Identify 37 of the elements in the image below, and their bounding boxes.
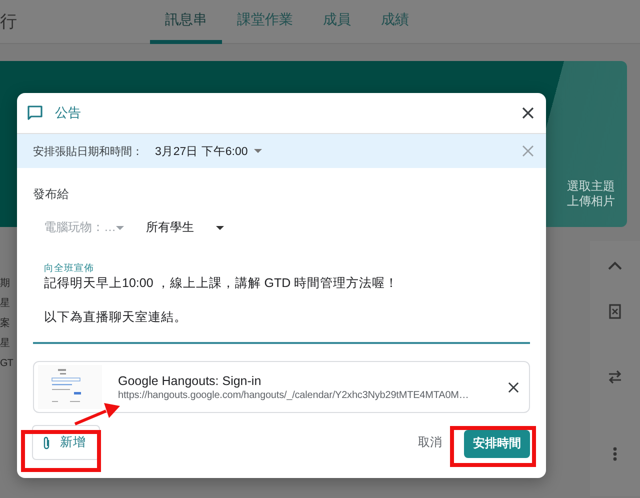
trash-icon[interactable] (609, 304, 621, 319)
close-button[interactable] (522, 107, 534, 119)
more-icon[interactable] (613, 447, 617, 461)
remove-attachment-button[interactable] (508, 382, 519, 392)
caret-icon (254, 149, 262, 153)
schedule-dropdown[interactable]: 3月27日 下午6:00 (155, 144, 262, 158)
class-name: 行 (0, 11, 18, 33)
post-text: 案 (0, 317, 10, 331)
attachment-title: Google Hangouts: Sign-in (118, 374, 262, 388)
chevron-up-icon[interactable] (608, 261, 622, 270)
nav-tab[interactable]: 課堂作業 (222, 0, 308, 44)
schedule-label: 安排張貼日期和時間： (33, 144, 143, 158)
banner-link[interactable]: 上傳相片 (567, 194, 615, 209)
clear-schedule-button[interactable] (522, 145, 534, 157)
schedule-button[interactable]: 安排時間 (464, 430, 530, 458)
close-icon (522, 145, 534, 157)
banner-link[interactable]: 選取主題 (567, 179, 615, 194)
attachment-card[interactable]: Google Hangouts: Sign-in https://hangouts.google.com/hangouts/_/calendar/Y2xhc3Nyb29tMTE4MTA0M… (33, 361, 530, 413)
repeat-icon[interactable] (607, 369, 623, 385)
message-field[interactable]: 向全班宣佈 記得明天早上10:00 ，線上上課，講解 GTD 時間管理方法喔！ 以下為直播聊天室連結。 (33, 262, 530, 344)
dialog-title: 公告 (55, 104, 82, 122)
post-text: GT (0, 357, 13, 371)
nav-tab[interactable]: 成員 (308, 0, 366, 44)
comment-icon (27, 105, 43, 121)
close-icon (508, 382, 519, 392)
close-icon (522, 107, 534, 119)
post-text: 星 (0, 337, 10, 351)
pointer-arrow (74, 403, 120, 426)
post-text: 星 (0, 297, 10, 311)
audience-label: 發布給 (33, 187, 69, 201)
nav-tab[interactable]: 訊息串 (150, 0, 222, 44)
students-dropdown[interactable]: 所有學生 (146, 219, 224, 236)
attachment-url[interactable]: https://hangouts.google.com/hangouts/_/calendar/Y2xhc3Nyb29tMTE4MTA0M… (118, 390, 508, 400)
paperclip-icon (43, 436, 50, 450)
nav-tab[interactable]: 成績 (366, 0, 424, 44)
post-text: 期 (0, 277, 10, 291)
cancel-button[interactable]: 取消 (410, 428, 450, 457)
